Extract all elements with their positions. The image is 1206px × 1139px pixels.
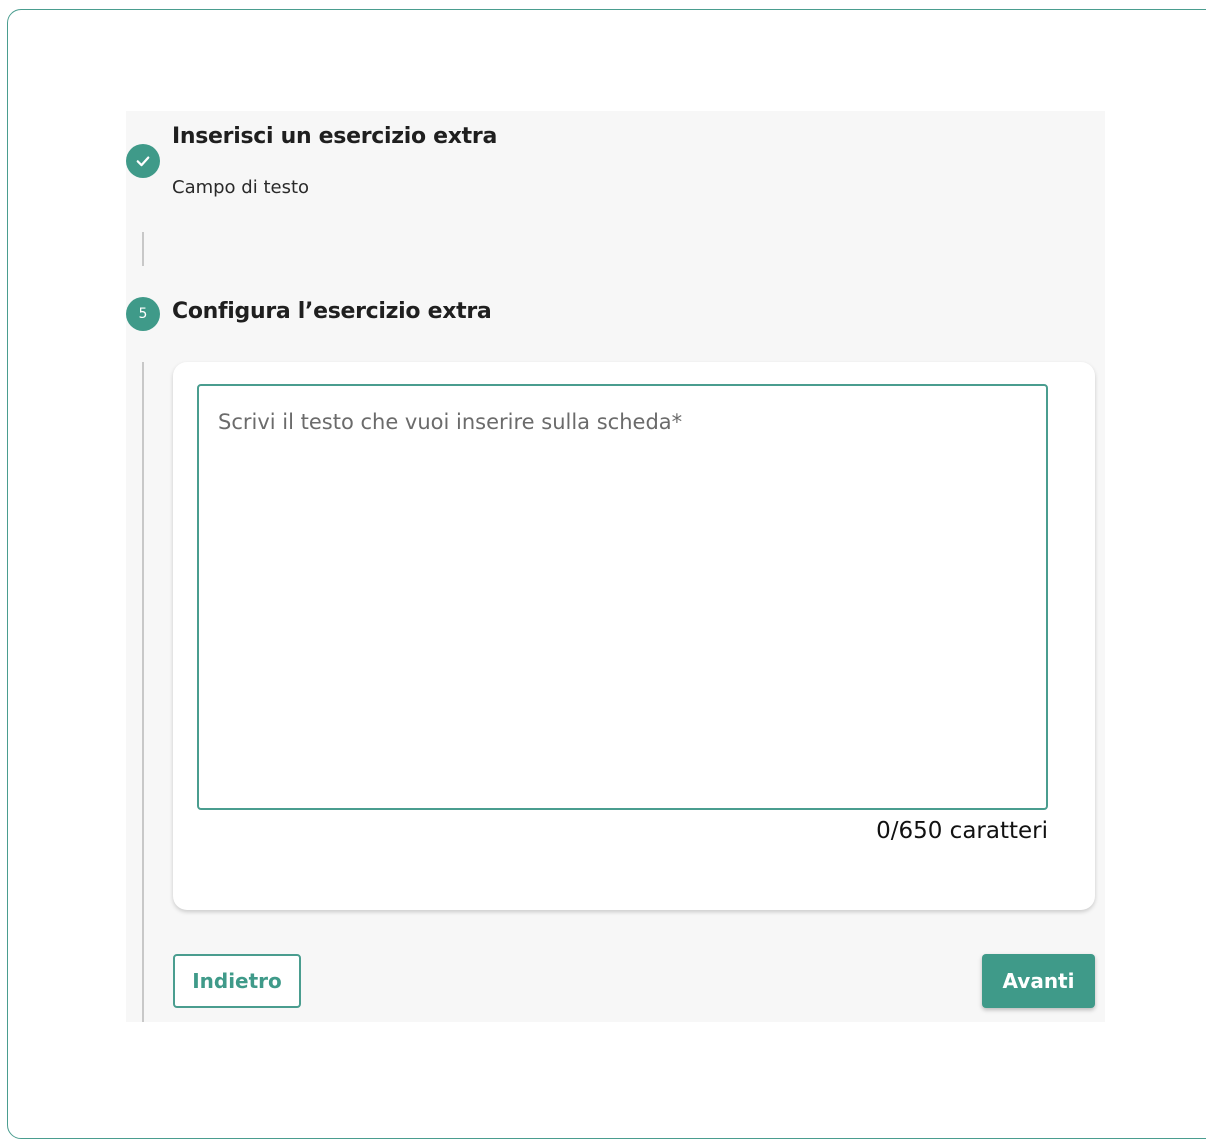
step-completed-badge — [126, 144, 160, 178]
step-title-insert-extra: Inserisci un esercizio extra — [172, 124, 497, 149]
check-icon — [134, 152, 152, 170]
exercise-text-input[interactable] — [197, 384, 1048, 810]
step-connector — [142, 362, 144, 1022]
next-button[interactable]: Avanti — [982, 954, 1095, 1008]
step-subtitle-text-field: Campo di testo — [172, 177, 310, 198]
character-counter: 0/650 caratteri — [876, 818, 1048, 844]
step-title-configure-extra: Configura l’esercizio extra — [172, 299, 492, 324]
step-number-badge: 5 — [126, 297, 160, 331]
step-connector — [142, 232, 144, 266]
back-button[interactable]: Indietro — [173, 954, 301, 1008]
